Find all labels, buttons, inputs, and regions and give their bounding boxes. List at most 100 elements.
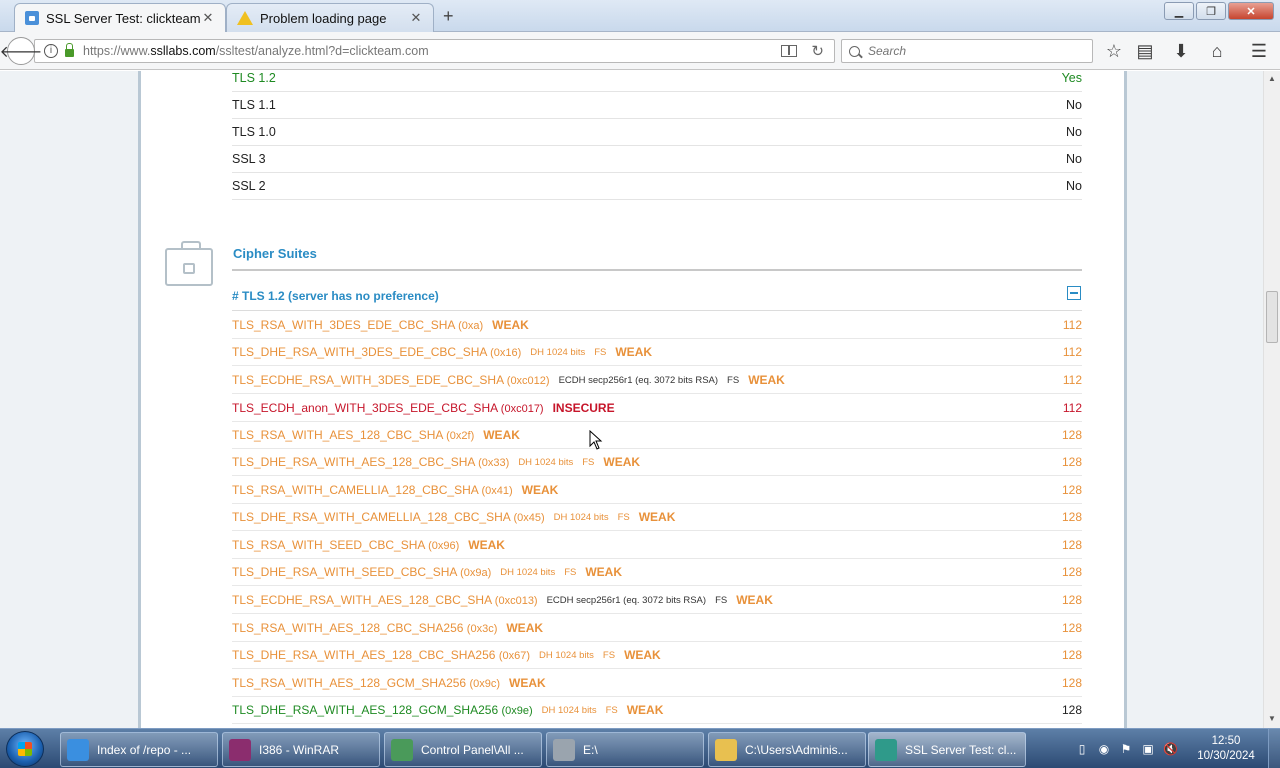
forward-secrecy-badge: FS	[564, 566, 577, 578]
cipher-suite-name: TLS_DHE_RSA_WITH_SEED_CBC_SHA	[232, 565, 457, 579]
winrar-icon	[229, 738, 251, 761]
collapse-button[interactable]	[1067, 286, 1081, 300]
taskbar-item[interactable]: Index of /repo - ...	[60, 732, 218, 767]
tray-volume-muted-icon[interactable]: 🔇	[1163, 742, 1178, 756]
search-icon	[849, 45, 860, 57]
taskbar-item[interactable]: C:\Users\Adminis...	[708, 732, 866, 767]
show-desktop-button[interactable]	[1268, 729, 1280, 768]
tray-flag-icon[interactable]: ⚑	[1119, 742, 1133, 756]
tab-close-icon[interactable]: ✕	[201, 10, 215, 26]
taskbar-item-label: SSL Server Test: cl...	[905, 742, 1017, 757]
cipher-suite-name: TLS_DHE_RSA_WITH_AES_128_GCM_SHA256	[232, 703, 499, 717]
url-prefix: https://www.	[83, 44, 151, 58]
taskbar-item-label: Control Panel\All ...	[421, 742, 524, 757]
lock-favicon-icon	[25, 11, 39, 25]
url-bar[interactable]: i https://www.ssllabs.com/ssltest/analyz…	[34, 39, 835, 63]
cipher-bits: 112	[1062, 401, 1082, 415]
protocol-value: Yes	[1061, 71, 1082, 85]
taskbar-item[interactable]: Control Panel\All ...	[384, 732, 542, 767]
search-bar[interactable]	[841, 39, 1093, 63]
tray-network-icon[interactable]: ▣	[1141, 742, 1155, 756]
cipher-code: (0x45)	[513, 512, 545, 524]
cipher-code: (0x9a)	[460, 567, 492, 579]
tab-ssl-server-test[interactable]: SSL Server Test: clickteam.co ✕	[14, 3, 226, 32]
cipher-code: (0x41)	[481, 485, 513, 497]
protocol-row: SSL 3 No	[232, 146, 1082, 173]
folder-icon	[715, 738, 737, 761]
cipher-row: TLS_DHE_RSA_WITH_CAMELLIA_128_CBC_SHA (0…	[232, 504, 1082, 531]
key-exchange-info: ECDH secp256r1 (eq. 3072 bits RSA)	[558, 374, 719, 386]
cipher-name: TLS_ECDHE_RSA_WITH_AES_128_CBC_SHA (0xc0…	[232, 593, 538, 607]
taskbar-item[interactable]: SSL Server Test: cl...	[868, 732, 1026, 767]
cipher-name: TLS_DHE_RSA_WITH_3DES_EDE_CBC_SHA (0x16)	[232, 345, 521, 359]
cipher-status-label: WEAK	[468, 538, 505, 552]
padlock-icon	[65, 43, 74, 57]
protocol-name: TLS 1.2	[232, 71, 276, 85]
forward-secrecy-badge: FS	[602, 649, 616, 661]
cipher-name: TLS_RSA_WITH_SEED_CBC_SHA (0x96)	[232, 538, 459, 552]
protocol-row: SSL 2 No	[232, 173, 1082, 200]
taskbar-item[interactable]: I386 - WinRAR	[222, 732, 380, 767]
section-divider	[232, 269, 1082, 271]
lock-icon	[183, 263, 195, 274]
reader-view-icon[interactable]	[781, 45, 798, 57]
cipher-row: TLS_RSA_WITH_3DES_EDE_CBC_SHA (0xa) WEAK 1…	[232, 312, 1082, 339]
cipher-name: TLS_DHE_RSA_WITH_AES_128_CBC_SHA (0x33)	[232, 455, 509, 469]
cipher-suite-name: TLS_RSA_WITH_CAMELLIA_128_CBC_SHA	[232, 483, 479, 497]
site-info-icon[interactable]: i	[44, 44, 58, 58]
bookmarks-list-icon[interactable]: ▤	[1134, 40, 1156, 62]
taskbar-item-label: Index of /repo - ...	[97, 742, 192, 757]
tray-document-icon[interactable]: ▯	[1075, 742, 1089, 756]
drive-icon	[553, 738, 575, 761]
cipher-code: (0x67)	[498, 650, 530, 662]
url-text[interactable]: https://www.ssllabs.com/ssltest/analyze.…	[83, 44, 781, 58]
cipher-bits: 128	[1061, 593, 1082, 607]
tls12-subheader: # TLS 1.2 (server has no preference)	[232, 289, 439, 303]
new-tab-button[interactable]: +	[443, 6, 454, 27]
start-button[interactable]	[6, 731, 44, 767]
ie-icon	[67, 738, 89, 761]
downloads-icon[interactable]: ⬇	[1170, 40, 1192, 62]
warning-favicon-icon	[237, 11, 253, 25]
cipher-status-label: WEAK	[521, 483, 559, 497]
clock-time: 12:50	[1211, 735, 1241, 747]
cipher-row: TLS_DHE_RSA_WITH_3DES_EDE_CBC_SHA (0x16)…	[232, 339, 1082, 366]
scroll-thumb[interactable]	[1266, 291, 1278, 343]
clock[interactable]: 12:50 10/30/2024	[1196, 734, 1256, 764]
cipher-row: TLS_RSA_WITH_AES_128_CBC_SHA256 (0x3c) WE…	[232, 615, 1082, 642]
minimize-button[interactable]: ▁	[1164, 2, 1194, 20]
cipher-bits: 128	[1061, 483, 1082, 497]
close-window-button[interactable]: ✕	[1228, 2, 1274, 20]
cipher-bits: 128	[1061, 648, 1082, 662]
cipher-suite-name: TLS_DHE_RSA_WITH_CAMELLIA_128_CBC_SHA	[232, 510, 511, 524]
scroll-down-icon[interactable]: ▼	[1268, 714, 1276, 723]
taskbar-item[interactable]: E:\	[546, 732, 704, 767]
key-exchange-info: DH 1024 bits	[500, 566, 556, 578]
forward-secrecy-badge: FS	[582, 456, 595, 468]
protocol-value: No	[1066, 98, 1082, 112]
back-button[interactable]: 🡐	[0, 37, 42, 65]
cipher-bits: 128	[1061, 565, 1082, 579]
bookmark-star-icon[interactable]: ☆	[1103, 40, 1125, 62]
key-exchange-info: DH 1024 bits	[539, 649, 594, 661]
home-icon[interactable]: ⌂	[1206, 40, 1228, 62]
cipher-name: TLS_DHE_RSA_WITH_AES_128_CBC_SHA256 (0x6…	[232, 648, 530, 662]
scroll-up-icon[interactable]: ▲	[1268, 74, 1276, 83]
cipher-status-label: WEAK	[638, 510, 676, 524]
reload-icon[interactable]: ↻	[811, 42, 824, 60]
cipher-bits: 128	[1061, 510, 1082, 524]
tab-close-icon[interactable]: ✕	[409, 10, 423, 26]
cipher-status-label: WEAK	[626, 703, 664, 717]
protocol-name: TLS 1.0	[232, 125, 276, 139]
cipher-name: TLS_ECDHE_RSA_WITH_3DES_EDE_CBC_SHA (0xc…	[232, 373, 550, 387]
protocol-row: TLS 1.0 No	[232, 119, 1082, 146]
forward-secrecy-badge: FS	[617, 511, 630, 523]
vertical-scrollbar[interactable]: ▲ ▼	[1263, 71, 1280, 728]
maximize-button[interactable]: ❐	[1196, 2, 1226, 20]
cipher-row: TLS_ECDH_anon_WITH_3DES_EDE_CBC_SHA (0xc…	[232, 395, 1082, 422]
taskbar: Index of /repo - ... I386 - WinRAR Control…	[0, 728, 1280, 768]
menu-icon[interactable]: ☰	[1248, 40, 1270, 62]
tray-security-icon[interactable]: ◉	[1097, 742, 1111, 756]
tab-problem-loading[interactable]: Problem loading page ✕	[226, 3, 434, 32]
search-input[interactable]	[868, 44, 1078, 58]
